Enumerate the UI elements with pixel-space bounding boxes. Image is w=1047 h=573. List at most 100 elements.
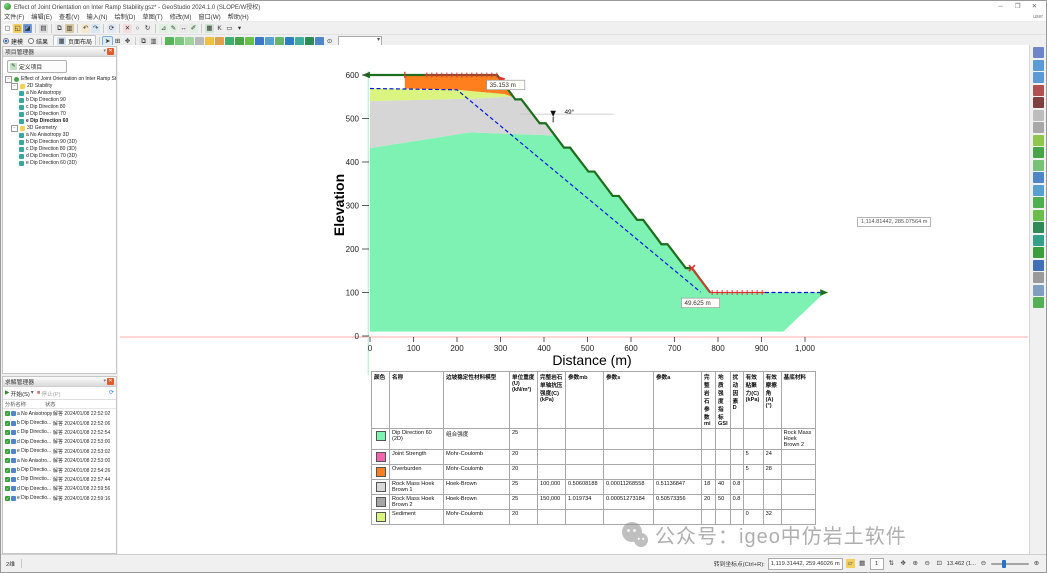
solve-row-9[interactable]: ✓e Dip Directio...解答 2024/01/08 22:59:16	[3, 494, 116, 503]
zoom-minus-button[interactable]: ⊖	[979, 559, 988, 568]
side-tool-7-icon[interactable]	[1033, 135, 1044, 146]
tree-item-1-2[interactable]: c Dip Direction 80 (3D)	[3, 146, 116, 153]
side-tool-2-icon[interactable]	[1033, 72, 1044, 83]
window-layout-icon[interactable]: ▭	[225, 24, 234, 33]
tree-item-1-3[interactable]: d Dip Direction 70 (3D)	[3, 153, 116, 160]
print-icon[interactable]: ▤	[39, 24, 48, 33]
paste-icon[interactable]: ▥	[65, 24, 74, 33]
select-icon[interactable]: ✕	[123, 24, 132, 33]
solve-row-0[interactable]: ✓a No Anisotropy解答 2024/01/08 22:52:02	[3, 409, 116, 418]
menu-item-7[interactable]: 窗口(W)	[198, 12, 220, 21]
coordinate-input[interactable]: 1,119.31442, 259.46026 m	[768, 558, 843, 570]
solve-row-4[interactable]: ✓e Dip Directio...解答 2024/01/08 22:53:02	[3, 447, 116, 456]
tree-group-1[interactable]: −3D Geometry	[3, 125, 116, 132]
solve-row-6[interactable]: ✓b Dip Directio...解答 2024/01/08 22:54:26	[3, 465, 116, 474]
menu-item-4[interactable]: 绘制(D)	[115, 12, 136, 21]
solve-row-1[interactable]: ✓b Dip Directio...解答 2024/01/08 22:52:06	[3, 418, 116, 427]
drawing-canvas[interactable]: 01002003004005006007008009001,0000100200…	[118, 45, 1029, 555]
tree-item-0-3[interactable]: d Dip Direction 70	[3, 111, 116, 118]
expander-icon[interactable]: −	[5, 76, 12, 83]
solve-row-5[interactable]: ✓a No Anisotro...解答 2024/01/08 22:53:00	[3, 456, 116, 465]
close-button[interactable]: ✕	[1026, 2, 1043, 12]
new-icon[interactable]: ▢	[3, 24, 12, 33]
side-tool-11-icon[interactable]	[1033, 185, 1044, 196]
side-tool-1-icon[interactable]	[1033, 60, 1044, 71]
solve-row-2[interactable]: ✓c Dip Directio...解答 2024/01/08 22:52:54	[3, 428, 116, 437]
side-tool-15-icon[interactable]	[1033, 235, 1044, 246]
column-analysis-name[interactable]: 分析名称	[5, 401, 45, 408]
menu-item-1[interactable]: 编辑(E)	[31, 12, 52, 21]
zoom-out-icon[interactable]: ⊖	[923, 559, 932, 568]
grid-icon[interactable]: ▦	[858, 559, 867, 568]
panel-close-icon[interactable]: ✕	[107, 48, 114, 55]
solve-row-8[interactable]: ✓d Dip Directio...解答 2024/01/08 22:59:56	[3, 484, 116, 493]
image-icon[interactable]: ▦	[205, 24, 214, 33]
annotate-icon[interactable]: ✐	[189, 24, 198, 33]
menu-item-2[interactable]: 查看(V)	[59, 12, 80, 21]
pin-icon[interactable]: ▾	[103, 378, 106, 385]
tree-item-0-4[interactable]: e Dip Direction 60	[3, 118, 116, 125]
minimize-button[interactable]: ─	[992, 2, 1009, 12]
page-spinner[interactable]: ⇅	[887, 559, 896, 568]
tree-item-1-1[interactable]: b Dip Direction 90 (3D)	[3, 139, 116, 146]
expander-icon[interactable]: −	[11, 125, 18, 132]
solve-row-3[interactable]: ✓d Dip Directio...解答 2024/01/08 22:53:00	[3, 437, 116, 446]
solve-start-button[interactable]: ▶开始(S)▾	[5, 389, 34, 398]
text-tool-icon[interactable]: K	[215, 24, 224, 33]
zoom-slider[interactable]	[991, 563, 1029, 565]
draw-line-icon[interactable]: ✎	[169, 24, 178, 33]
side-tool-18-icon[interactable]	[1033, 272, 1044, 283]
menu-item-8[interactable]: 帮助(H)	[228, 12, 249, 21]
menu-item-0[interactable]: 文件(F)	[4, 12, 24, 21]
side-tool-4-icon[interactable]	[1033, 97, 1044, 108]
undo-icon[interactable]: ↶	[81, 24, 90, 33]
tree-item-0-2[interactable]: c Dip Direction 80	[3, 104, 116, 111]
open-icon[interactable]: ◱	[13, 24, 22, 33]
refresh-icon[interactable]: ⟳	[109, 390, 114, 396]
side-tool-0-icon[interactable]	[1033, 47, 1044, 58]
column-status[interactable]: 状态	[45, 401, 55, 408]
rotate-icon[interactable]: ○	[133, 24, 142, 33]
side-tool-6-icon[interactable]	[1033, 122, 1044, 133]
define-project-button[interactable]: ✎ 定义项目	[7, 60, 67, 73]
expander-icon[interactable]: −	[11, 83, 18, 90]
draw-polygon-icon[interactable]: ⊿	[159, 24, 168, 33]
redo-icon[interactable]: ↷	[91, 24, 100, 33]
side-tool-19-icon[interactable]	[1033, 285, 1044, 296]
side-tool-9-icon[interactable]	[1033, 160, 1044, 171]
tree-item-1-4[interactable]: e Dip Direction 60 (3D)	[3, 160, 116, 167]
save-icon[interactable]: ◪	[23, 24, 32, 33]
side-tool-13-icon[interactable]	[1033, 210, 1044, 221]
zoom-slider-thumb[interactable]	[1002, 560, 1006, 568]
side-tool-8-icon[interactable]	[1033, 147, 1044, 158]
sync-icon[interactable]: ⟳	[107, 24, 116, 33]
panel-close-icon[interactable]: ✕	[107, 378, 114, 385]
side-tool-17-icon[interactable]	[1033, 260, 1044, 271]
layout-dropdown-icon[interactable]: ▾	[235, 24, 244, 33]
copy-icon[interactable]: ⧉	[55, 24, 64, 33]
side-tool-20-icon[interactable]	[1033, 297, 1044, 308]
side-tool-16-icon[interactable]	[1033, 247, 1044, 258]
tree-item-1-0[interactable]: a No Anisotropy 3D	[3, 132, 116, 139]
menu-item-5[interactable]: 草图(T)	[142, 12, 162, 21]
solve-row-7[interactable]: ✓c Dip Directio...解答 2024/01/08 22:57:44	[3, 475, 116, 484]
side-tool-14-icon[interactable]	[1033, 222, 1044, 233]
measure-icon[interactable]: ↔	[179, 24, 188, 33]
solve-stop-button[interactable]: ■停止(P)	[37, 389, 61, 398]
menu-item-3[interactable]: 输入(N)	[87, 12, 108, 21]
tree-item-0-1[interactable]: b Dip Direction 90	[3, 97, 116, 104]
tree-item-0-0[interactable]: a No Anisotropy	[3, 90, 116, 97]
maximize-button[interactable]: ❐	[1009, 2, 1026, 12]
folder-icon[interactable]: ▱	[846, 559, 855, 568]
side-tool-10-icon[interactable]	[1033, 172, 1044, 183]
user-label[interactable]: user	[1033, 14, 1043, 20]
tree-root[interactable]: −Effect of Joint Orientation on Inter Ra…	[3, 76, 116, 83]
orbit-icon[interactable]: ↻	[143, 24, 152, 33]
zoom-plus-button[interactable]: ⊕	[1032, 559, 1041, 568]
pan-icon[interactable]: ✥	[899, 559, 908, 568]
side-tool-12-icon[interactable]	[1033, 197, 1044, 208]
side-tool-3-icon[interactable]	[1033, 85, 1044, 96]
tree-group-0[interactable]: −2D Stability	[3, 83, 116, 90]
page-number-input[interactable]: 1	[870, 558, 884, 570]
zoom-region-icon[interactable]: ⊡	[935, 559, 944, 568]
